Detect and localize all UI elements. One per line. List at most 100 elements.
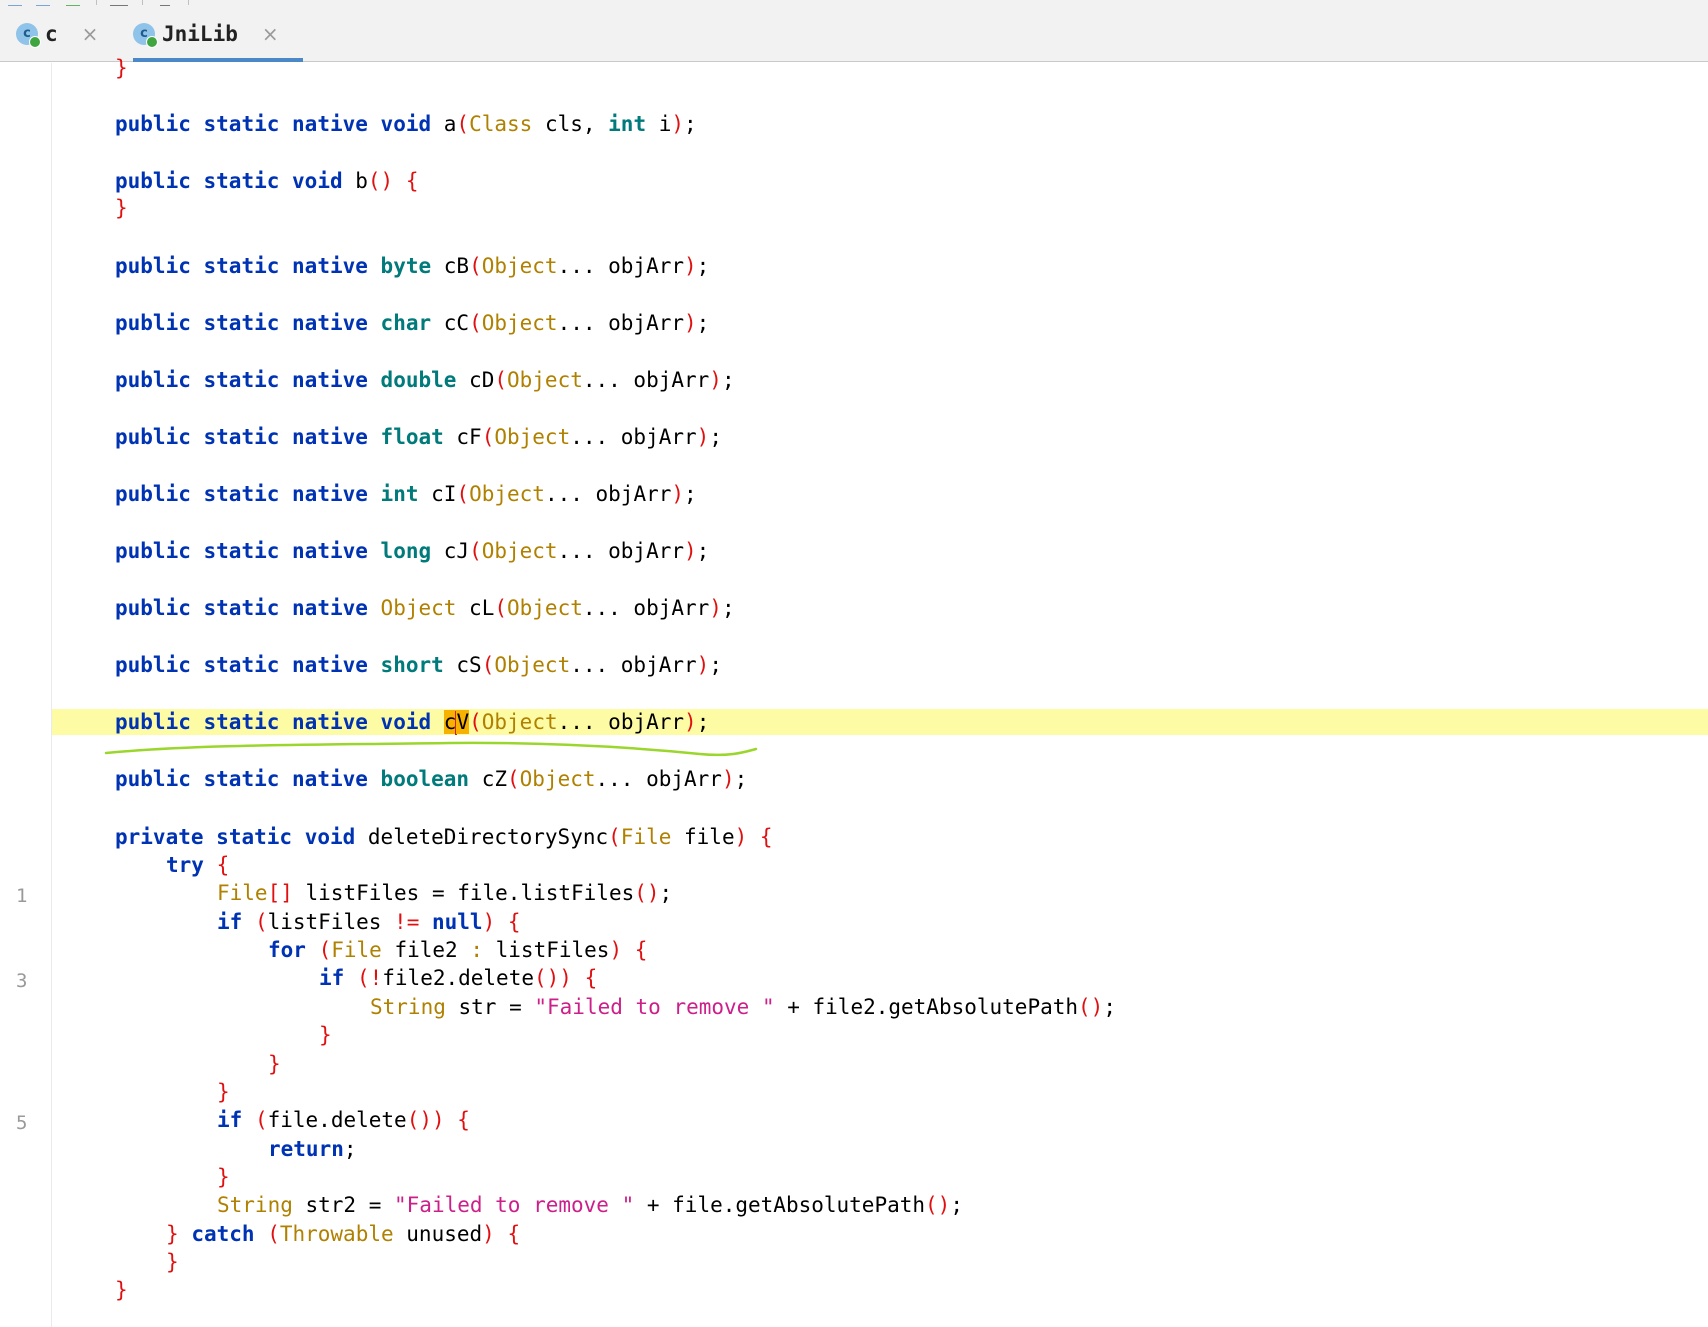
code-line[interactable]: public static native short cS(Object... …: [52, 652, 1708, 678]
line-number: 5: [16, 1112, 28, 1134]
code-token: listFiles = file.listFiles: [292, 881, 635, 905]
code-line[interactable]: for (File file2 : listFiles) {: [52, 937, 1708, 963]
keyword-token: public: [115, 254, 191, 278]
bracket-token: ): [696, 653, 710, 677]
code-token: ;: [696, 539, 710, 563]
tab-label: JniLib: [162, 21, 238, 46]
code-line[interactable]: File[] listFiles = file.listFiles();: [52, 880, 1708, 906]
code-line[interactable]: public static native Object cL(Object...…: [52, 595, 1708, 621]
code-token: ;: [1103, 995, 1116, 1019]
code-token: cD: [456, 368, 495, 392]
code-token: deleteDirectorySync: [355, 825, 609, 849]
keyword-token: native: [292, 653, 368, 677]
keyword-token: static: [203, 596, 280, 620]
code-line[interactable]: if (!file2.delete()) {: [52, 965, 1708, 991]
close-icon[interactable]: ×: [82, 22, 99, 46]
code-line[interactable]: try {: [52, 852, 1708, 878]
bracket-token: {: [507, 910, 521, 934]
code-line[interactable]: }: [52, 1164, 1708, 1190]
tab-c[interactable]: c c ×: [16, 6, 98, 61]
code-line[interactable]: }: [52, 1022, 1708, 1048]
keyword-token: native: [292, 710, 368, 734]
keyword-token: native: [292, 596, 368, 620]
code-editor[interactable]: } public static native void a(Class cls,…: [52, 56, 1708, 1327]
keyword-token: static: [203, 425, 280, 449]
keyword-token: null: [432, 910, 483, 934]
code-line[interactable]: private static void deleteDirectorySync(…: [52, 824, 1708, 850]
code-line[interactable]: public static void b() {: [52, 168, 1708, 194]
current-code-line[interactable]: public static native void cV(Object... o…: [52, 709, 1708, 735]
code-line[interactable]: }: [52, 1051, 1708, 1077]
bracket-token: (: [469, 311, 482, 335]
keyword-token: native: [292, 368, 368, 392]
bracket-token: }: [166, 1250, 179, 1274]
code-line[interactable]: public static native byte cB(Object... o…: [52, 253, 1708, 279]
primitive-type-token: double: [380, 368, 457, 392]
keyword-token: public: [115, 710, 191, 734]
primitive-type-token: long: [380, 539, 432, 563]
type-token: Throwable: [279, 1222, 394, 1246]
keyword-token: public: [115, 596, 191, 620]
close-icon[interactable]: ×: [262, 22, 279, 46]
bracket-token: }: [166, 1222, 179, 1246]
code-line[interactable]: public static native double cD(Object...…: [52, 367, 1708, 393]
code-token: ;: [659, 881, 673, 905]
code-line[interactable]: if (listFiles != null) {: [52, 909, 1708, 935]
keyword-token: public: [115, 425, 191, 449]
keyword-token: native: [292, 254, 368, 278]
code-token: b: [342, 169, 368, 193]
keyword-token: public: [115, 767, 191, 791]
code-line[interactable]: public static native boolean cZ(Object..…: [52, 766, 1708, 792]
code-line[interactable]: public static native int cI(Object... ob…: [52, 481, 1708, 507]
code-token: cZ: [469, 767, 507, 791]
keyword-token: public: [115, 169, 191, 193]
code-line[interactable]: }: [52, 1249, 1708, 1275]
bracket-token: (): [1078, 995, 1104, 1019]
tab-jnilib[interactable]: c JniLib ×: [133, 6, 303, 62]
keyword-token: void: [380, 112, 432, 136]
line-number: 1: [16, 885, 28, 907]
line-number-gutter[interactable]: 1 3 5: [0, 63, 52, 1327]
code-line[interactable]: public static native float cF(Object... …: [52, 424, 1708, 450]
code-line[interactable]: }: [52, 55, 1708, 81]
keyword-token: void: [304, 825, 356, 849]
code-line[interactable]: }: [52, 1079, 1708, 1105]
code-line[interactable]: String str = "Failed to remove " + file2…: [52, 994, 1708, 1020]
code-line[interactable]: return;: [52, 1136, 1708, 1162]
type-token: Object: [469, 482, 545, 506]
code-token: cB: [431, 254, 470, 278]
code-line[interactable]: }: [52, 195, 1708, 221]
bracket-token: {: [584, 966, 598, 990]
code-line[interactable]: if (file.delete()) {: [52, 1107, 1708, 1133]
primitive-type-token: int: [608, 112, 647, 136]
bracket-token: }: [115, 56, 128, 80]
bracket-token: (: [469, 710, 482, 734]
keyword-token: public: [115, 311, 191, 335]
code-token: cI: [418, 482, 457, 506]
bracket-token: !=: [394, 910, 420, 934]
code-line[interactable]: }: [52, 1277, 1708, 1303]
code-line[interactable]: String str2 = "Failed to remove " + file…: [52, 1192, 1708, 1218]
bracket-token: ): [684, 539, 697, 563]
keyword-token: static: [216, 825, 293, 849]
code-line[interactable]: } catch (Throwable unused) {: [52, 1221, 1708, 1247]
code-line[interactable]: public static native char cC(Object... o…: [52, 310, 1708, 336]
code-line[interactable]: public static native void a(Class cls, i…: [52, 111, 1708, 137]
keyword-token: try: [166, 853, 204, 877]
identifier-highlight[interactable]: V: [456, 710, 470, 734]
code-line[interactable]: public static native long cJ(Object... o…: [52, 538, 1708, 564]
primitive-type-token: boolean: [380, 767, 470, 791]
